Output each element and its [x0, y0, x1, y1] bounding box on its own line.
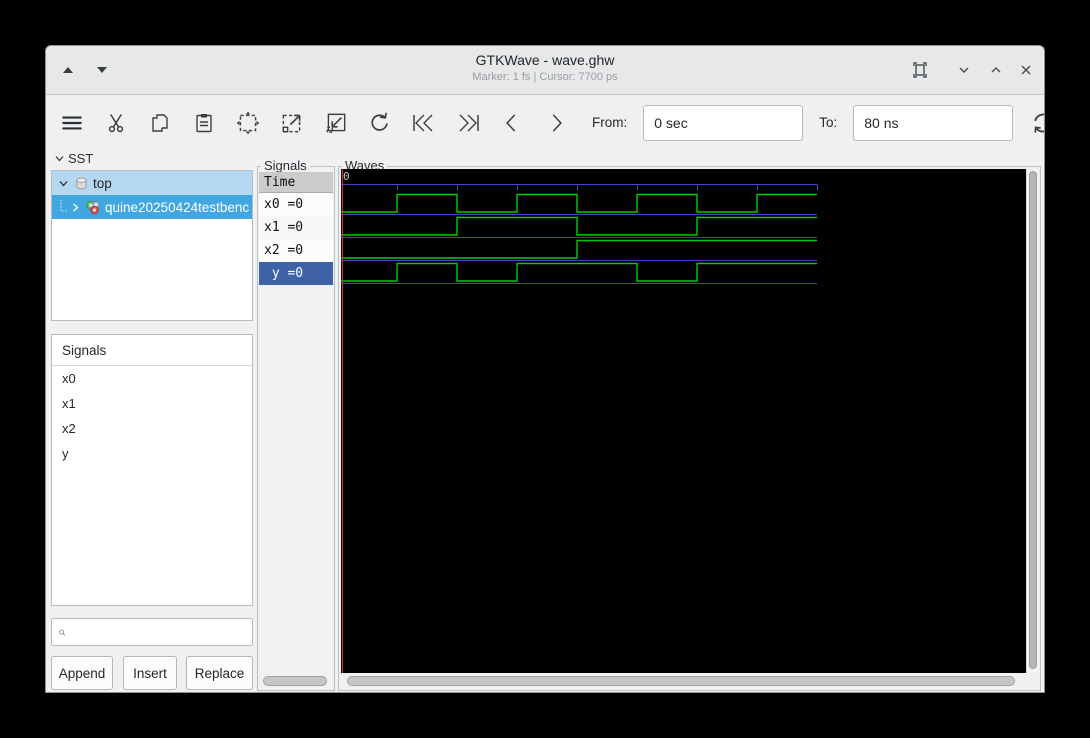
titlebar[interactable]: GTKWave - wave.ghw Marker: 1 fs | Cursor… [46, 46, 1044, 95]
sst-header[interactable]: SST [54, 151, 93, 166]
time-header[interactable]: Time [259, 172, 333, 193]
signal-row-x0[interactable]: x0 =0 [259, 193, 333, 216]
action-buttons: Append Insert Replace [51, 656, 253, 690]
expander-closed-icon [73, 203, 79, 211]
signal-row-y[interactable]: y =0 [259, 262, 333, 285]
shade-down-icon[interactable] [97, 67, 107, 73]
tree-item-label: quine20250424testbenc [105, 199, 250, 215]
chevron-right-icon [552, 113, 562, 132]
copy-icon [152, 113, 168, 132]
window-title: GTKWave - wave.ghw [475, 52, 615, 68]
signal-search-header: Signals [52, 335, 252, 366]
go-to-end-icon [459, 114, 479, 131]
paste-icon [196, 113, 212, 132]
from-input[interactable] [643, 104, 804, 141]
svg-text:0: 0 [343, 170, 350, 183]
signal-search-box[interactable] [51, 618, 253, 646]
zoom-in-button[interactable] [278, 109, 306, 137]
window-minimize-button[interactable] [952, 58, 976, 82]
shade-up-icon[interactable] [63, 67, 73, 73]
to-label: To: [819, 115, 838, 130]
desktop-background: GTKWave - wave.ghw Marker: 1 fs | Cursor… [0, 0, 1090, 738]
wave-canvas-svg: 0 [341, 169, 818, 673]
tree-item-label: top [93, 175, 112, 191]
signal-search-panel: Signals x0 x1 x2 y [51, 334, 253, 606]
signal-item-y[interactable]: y [52, 441, 252, 466]
zoom-fit-button[interactable] [234, 109, 262, 137]
go-to-start-button[interactable] [410, 109, 438, 137]
zoom-out-icon [326, 113, 346, 133]
tree-item-quine-testbench[interactable]: quine20250424testbenc [52, 195, 252, 219]
step-back-button[interactable] [498, 109, 526, 137]
signal-item-x2[interactable]: x2 [52, 416, 252, 441]
collapse-chevron-icon [55, 156, 64, 162]
copy-button[interactable] [146, 109, 174, 137]
fit-icon [913, 62, 927, 78]
gtkwave-window: GTKWave - wave.ghw Marker: 1 fs | Cursor… [45, 45, 1045, 693]
signal-item-x1[interactable]: x1 [52, 391, 252, 416]
insert-button[interactable]: Insert [123, 656, 177, 690]
replace-button[interactable]: Replace [186, 656, 253, 690]
cut-button[interactable] [102, 109, 130, 137]
reload-button[interactable] [1029, 109, 1044, 137]
sst-tree: top quine20250424testbenc [51, 170, 253, 321]
signal-row-x1[interactable]: x1 =0 [259, 216, 333, 239]
window-subtitle: Marker: 1 fs | Cursor: 7700 ps [472, 71, 618, 83]
window-fit-button[interactable] [908, 58, 932, 82]
component-icon [76, 177, 87, 189]
menu-button[interactable] [58, 109, 86, 137]
cut-icon [108, 113, 124, 132]
expander-open-icon [59, 180, 68, 186]
paste-button[interactable] [190, 109, 218, 137]
chevron-down-icon [959, 67, 969, 73]
search-icon [59, 629, 66, 636]
window-maximize-button[interactable] [984, 58, 1008, 82]
signal-row-x2[interactable]: x2 =0 [259, 239, 333, 262]
close-icon [1021, 65, 1031, 75]
reload-icon [1034, 113, 1044, 133]
signal-list-frame: Signals Time x0 =0 x1 =0 x2 =0 y =0 [257, 158, 335, 691]
zoom-in-icon [282, 114, 301, 132]
waves-frame: Waves 0 [338, 158, 1041, 691]
wave-canvas[interactable]: 0 [341, 169, 1027, 673]
search-input[interactable] [72, 623, 252, 641]
undo-icon [371, 112, 388, 131]
tree-item-top[interactable]: top [52, 171, 252, 195]
append-button[interactable]: Append [51, 656, 113, 690]
sst-label: SST [68, 151, 94, 166]
chevron-up-icon [991, 67, 1001, 73]
go-to-end-button[interactable] [454, 109, 482, 137]
signal-item-x0[interactable]: x0 [52, 366, 252, 391]
go-to-start-icon [413, 114, 433, 131]
signal-list-frame-label: Signals [261, 158, 310, 173]
tree-guide-line [60, 200, 68, 212]
undo-button[interactable] [366, 109, 394, 137]
zoom-fit-icon [236, 111, 260, 134]
module-icon [86, 200, 100, 215]
wave-vscrollbar-thumb[interactable] [1029, 171, 1037, 669]
toolbar: From: To: [46, 94, 1044, 151]
step-forward-button[interactable] [542, 109, 570, 137]
from-label: From: [592, 115, 628, 130]
window-close-button[interactable] [1014, 58, 1038, 82]
zoom-out-button[interactable] [322, 109, 350, 137]
to-input[interactable] [853, 104, 1014, 141]
chevron-left-icon [506, 113, 516, 132]
signal-list-hscrollbar[interactable] [263, 676, 327, 686]
wave-hscrollbar[interactable] [347, 676, 1015, 686]
menu-icon [62, 116, 82, 129]
wave-vscrollbar[interactable] [1026, 169, 1039, 673]
signal-list: Time x0 =0 x1 =0 x2 =0 y =0 [259, 172, 333, 285]
